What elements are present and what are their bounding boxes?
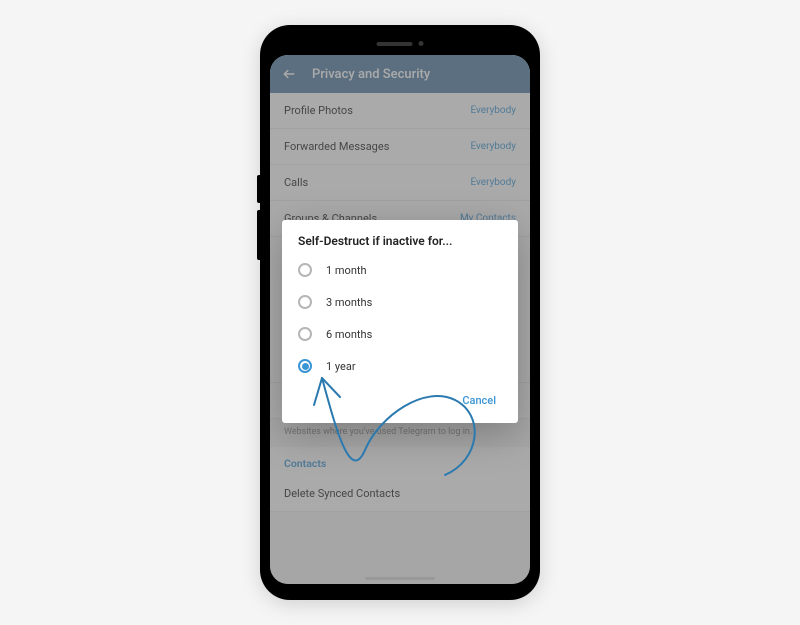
nav-bar-indicator (365, 577, 435, 580)
radio-icon (298, 263, 312, 277)
radio-icon (298, 295, 312, 309)
screen: Privacy and Security Profile Photos Ever… (270, 55, 530, 584)
radio-option-1-year[interactable]: 1 year (282, 350, 518, 382)
radio-option-6-months[interactable]: 6 months (282, 318, 518, 350)
radio-icon (298, 327, 312, 341)
radio-icon (298, 359, 312, 373)
radio-label: 1 year (326, 360, 356, 373)
self-destruct-dialog: Self-Destruct if inactive for... 1 month… (282, 220, 518, 423)
cancel-button[interactable]: Cancel (454, 388, 504, 413)
dialog-actions: Cancel (282, 382, 518, 417)
phone-side-button (257, 210, 260, 260)
radio-label: 1 month (326, 264, 367, 277)
phone-notch (377, 41, 424, 46)
dialog-title: Self-Destruct if inactive for... (282, 234, 518, 254)
radio-label: 3 months (326, 296, 372, 309)
phone-side-button (257, 175, 260, 203)
radio-option-3-months[interactable]: 3 months (282, 286, 518, 318)
phone-frame: Privacy and Security Profile Photos Ever… (260, 25, 540, 600)
radio-label: 6 months (326, 328, 372, 341)
radio-option-1-month[interactable]: 1 month (282, 254, 518, 286)
